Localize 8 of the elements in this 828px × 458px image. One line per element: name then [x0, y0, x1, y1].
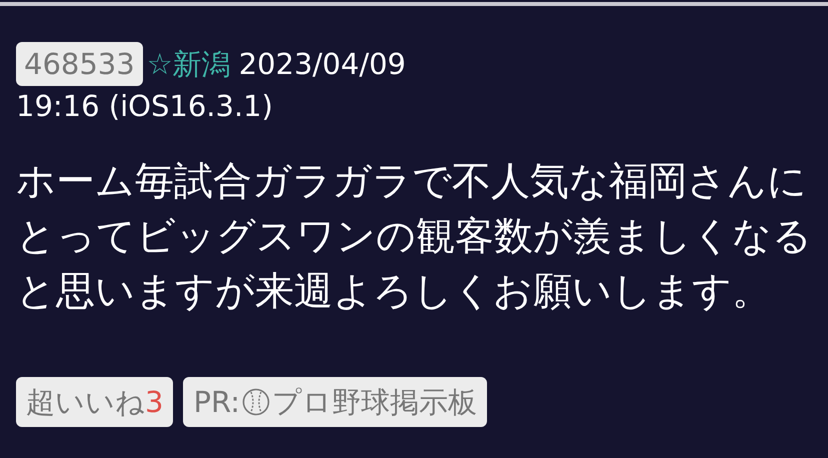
baseball-icon — [242, 388, 270, 416]
author-name: ☆新潟 — [146, 47, 231, 81]
post-number[interactable]: 468533 — [16, 42, 143, 86]
post-date: 2023/04/09 — [238, 47, 406, 81]
post-body: ホーム毎試合ガラガラで不人気な福岡さんにとってビッグスワンの観客数が羨ましくなると思いますが来週よろしくお願いします。 — [16, 158, 812, 316]
like-button[interactable]: 超いいね3 — [16, 377, 174, 427]
post-time: 19:16 (iOS16.3.1) — [16, 88, 273, 125]
ad-link-button[interactable]: PR: プロ野球掲示板 — [183, 377, 487, 427]
